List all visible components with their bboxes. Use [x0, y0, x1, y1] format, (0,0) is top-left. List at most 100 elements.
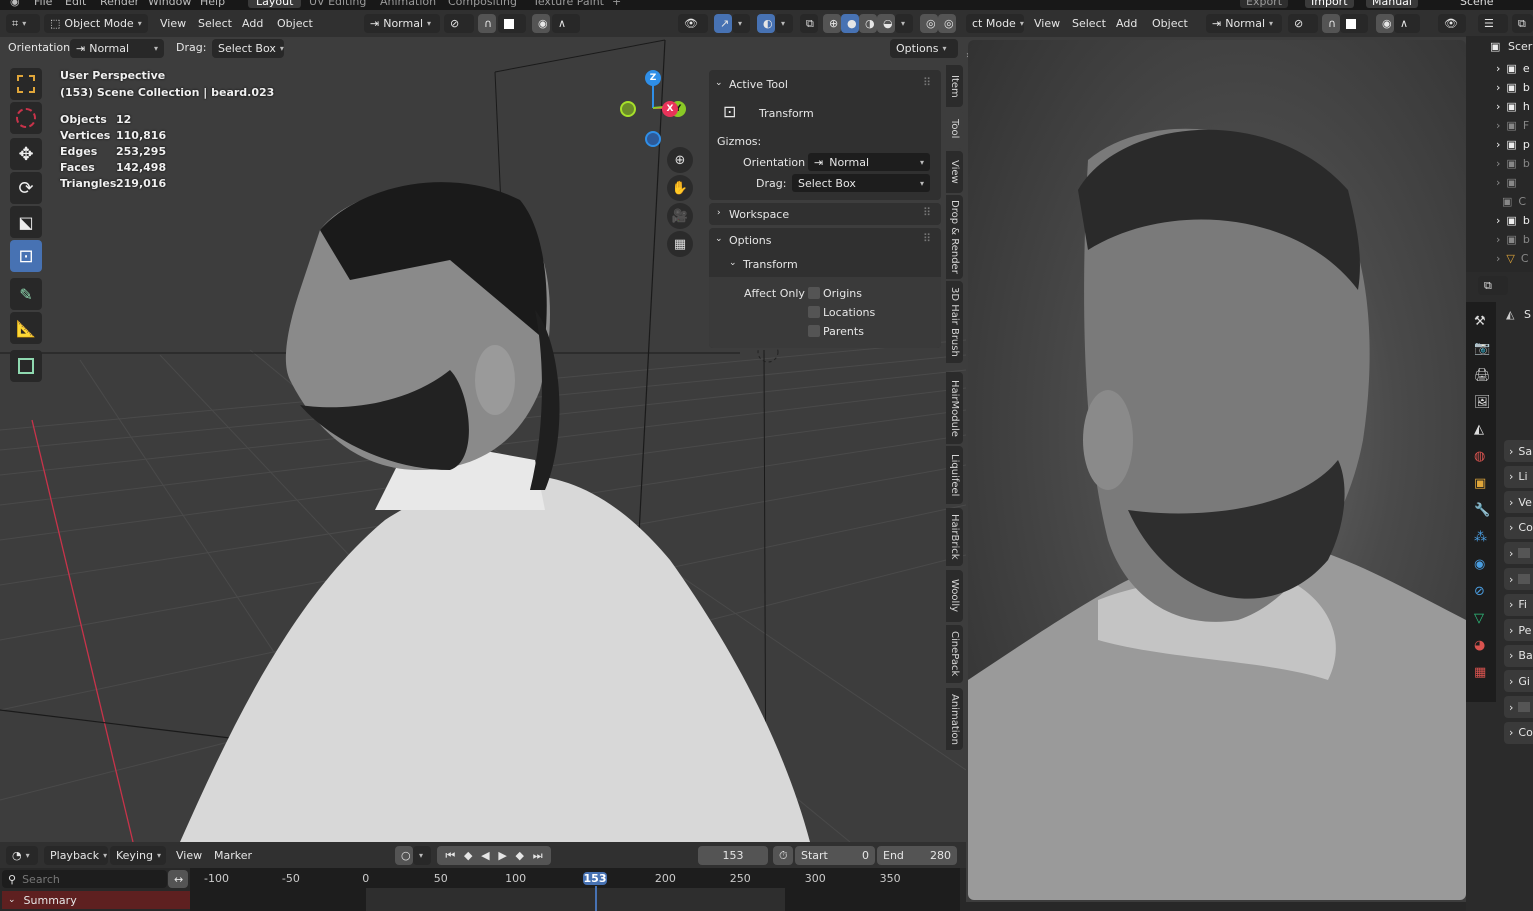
active-tool-header[interactable]: Active Tool: [729, 78, 788, 91]
snap-toggle[interactable]: ∩: [478, 14, 496, 33]
chevron-right-icon[interactable]: ›: [1496, 233, 1500, 246]
shading-dropdown[interactable]: ▾: [895, 14, 913, 33]
transform-orientation-dropdown[interactable]: ⇥ Normal ▾: [364, 14, 440, 33]
filter-button[interactable]: ⧉: [1512, 14, 1533, 33]
preview-range-toggle[interactable]: ⏱: [773, 846, 793, 865]
drag-handle-icon[interactable]: ⠿: [923, 206, 931, 219]
tool-move[interactable]: ✥: [10, 138, 42, 170]
overlays-dropdown[interactable]: ▾: [775, 14, 793, 33]
tab-tool[interactable]: Tool: [946, 109, 963, 149]
constraints-icon[interactable]: ⊘: [1474, 584, 1485, 599]
manual-button[interactable]: Manual: [1366, 0, 1418, 8]
rendered-shading[interactable]: ◒: [877, 14, 895, 33]
summary-channel[interactable]: ⌄ Summary: [2, 891, 190, 909]
outliner-row[interactable]: › ▣ F: [1466, 116, 1533, 134]
drag-handle-icon[interactable]: ⠿: [923, 232, 931, 245]
outliner-row[interactable]: › ▣ b: [1466, 230, 1533, 248]
tab-item[interactable]: Item: [946, 65, 963, 107]
jump-start-icon[interactable]: ⏮: [445, 849, 455, 863]
menu-view[interactable]: View: [160, 17, 186, 30]
chevron-right-icon[interactable]: ›: [1496, 81, 1500, 94]
properties-section[interactable]: › Co: [1504, 516, 1533, 539]
outliner-row[interactable]: › ▣ b: [1466, 78, 1533, 96]
sync-toggle[interactable]: ↔: [168, 870, 188, 888]
tool-add-cube[interactable]: [10, 350, 42, 382]
chevron-right-icon[interactable]: ›: [1496, 157, 1500, 170]
camera-view-button[interactable]: 🎥: [667, 203, 693, 229]
gizmo-toggle[interactable]: ↗: [714, 14, 732, 33]
playback-menu[interactable]: Playback ▾: [44, 846, 108, 865]
tab-layout[interactable]: Layout: [248, 0, 302, 8]
editor-type-button[interactable]: ⌗ ▾: [6, 14, 40, 33]
outliner-row[interactable]: ▣ C: [1466, 192, 1533, 210]
particles-icon[interactable]: ⁂: [1474, 530, 1487, 545]
export-button[interactable]: Export: [1240, 0, 1289, 8]
chevron-right-icon[interactable]: ›: [717, 208, 721, 218]
add-workspace-button[interactable]: +: [612, 0, 621, 8]
menu-add[interactable]: Add: [242, 17, 263, 30]
start-frame-field[interactable]: Start 0: [795, 846, 875, 865]
current-frame-field[interactable]: 153: [698, 846, 768, 865]
scene-icon[interactable]: ◭: [1474, 422, 1484, 437]
proportional-edit-toggle[interactable]: ◉: [532, 14, 550, 33]
gizmo-x-axis[interactable]: X: [662, 101, 678, 117]
import-button[interactable]: Import: [1305, 0, 1354, 8]
drag-dropdown[interactable]: Select Box ▾: [212, 39, 284, 58]
gizmo-neg-y-axis[interactable]: [620, 101, 636, 117]
tool-transform[interactable]: ⊡: [10, 240, 42, 272]
menu-help[interactable]: Help: [200, 0, 225, 8]
tab-cinepack[interactable]: CinePack: [946, 625, 963, 683]
outliner-row[interactable]: › ▣ h: [1466, 97, 1533, 115]
solid-shading[interactable]: ●: [841, 14, 859, 33]
menu-object[interactable]: Object: [277, 17, 313, 30]
visibility-dropdown[interactable]: 👁: [1438, 14, 1466, 33]
workspace-header[interactable]: Workspace: [729, 208, 789, 221]
parents-checkbox[interactable]: [808, 325, 820, 337]
tool-rotate[interactable]: ⟳: [10, 172, 42, 204]
snap-target-dropdown[interactable]: [1340, 14, 1368, 33]
falloff-dropdown[interactable]: ∧: [1394, 14, 1420, 33]
camera-lock-toggle[interactable]: ◎: [938, 14, 956, 33]
outliner-row[interactable]: › ▣ p: [1466, 135, 1533, 153]
properties-section[interactable]: ›: [1504, 542, 1533, 565]
overlays-toggle[interactable]: ◐: [757, 14, 775, 33]
playhead-frame-label[interactable]: 153: [583, 872, 607, 885]
menu-render[interactable]: Render: [100, 0, 139, 8]
output-icon[interactable]: 🖨: [1474, 368, 1491, 383]
tab-animation[interactable]: Animation: [946, 688, 963, 750]
data-icon[interactable]: ▽: [1474, 611, 1484, 626]
tool-icon[interactable]: ⚒: [1474, 314, 1486, 329]
chevron-down-icon[interactable]: ⌄: [729, 258, 737, 268]
jump-end-icon[interactable]: ⏭: [533, 849, 543, 863]
properties-section[interactable]: › Pe: [1504, 619, 1533, 642]
chevron-right-icon[interactable]: ›: [1496, 62, 1500, 75]
tool-annotate[interactable]: ✎: [10, 278, 42, 310]
gizmo-orientation-dropdown[interactable]: ⇥ Normal ▾: [808, 153, 930, 171]
object-icon[interactable]: ▣: [1474, 476, 1486, 491]
play-icon[interactable]: ▶: [498, 849, 506, 862]
properties-section[interactable]: › Co: [1504, 721, 1533, 744]
world-icon[interactable]: ◍: [1474, 449, 1485, 464]
visibility-dropdown[interactable]: 👁: [678, 14, 708, 33]
menu-select[interactable]: Select: [198, 17, 232, 30]
properties-section[interactable]: › Ba: [1504, 644, 1533, 667]
tab-view[interactable]: View: [946, 151, 963, 193]
gizmo-neg-z-axis[interactable]: [645, 131, 661, 147]
origins-checkbox[interactable]: [808, 287, 820, 299]
pivot-dropdown[interactable]: ⊘: [444, 14, 474, 33]
properties-section[interactable]: › Sa: [1504, 440, 1533, 462]
orientation-dropdown[interactable]: ⇥ Normal ▾: [70, 39, 164, 58]
chevron-down-icon[interactable]: ⌄: [715, 78, 723, 88]
tool-cursor[interactable]: [10, 102, 42, 134]
snap-toggle[interactable]: ∩: [1322, 14, 1340, 33]
outliner-row[interactable]: › ▣ b: [1466, 154, 1533, 172]
chevron-right-icon[interactable]: ›: [1496, 138, 1500, 151]
render-region-toggle[interactable]: ◎: [920, 14, 938, 33]
mode-dropdown[interactable]: ⬚ Object Mode ▾: [44, 14, 148, 33]
menu-edit[interactable]: Edit: [65, 0, 86, 8]
tab-hairbrick[interactable]: HairBrick: [946, 508, 963, 566]
render-icon[interactable]: 📷: [1474, 341, 1490, 356]
parents-label[interactable]: Parents: [823, 325, 864, 338]
zoom-button[interactable]: ⊕: [667, 147, 693, 173]
menu-object[interactable]: Object: [1152, 17, 1188, 30]
